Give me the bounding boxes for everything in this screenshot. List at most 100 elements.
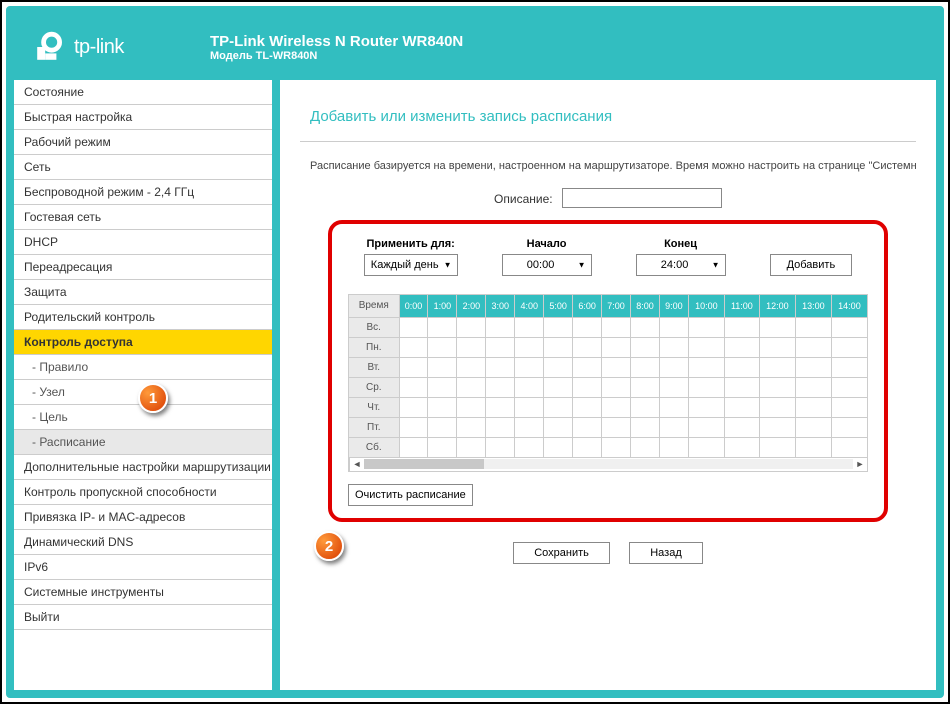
schedule-cell[interactable] [602,337,631,357]
schedule-cell[interactable] [831,357,867,377]
schedule-cell[interactable] [602,377,631,397]
menu-item[interactable]: Состояние [14,80,272,105]
schedule-cell[interactable] [573,397,602,417]
schedule-cell[interactable] [724,357,759,377]
menu-item[interactable]: IPv6 [14,555,272,580]
schedule-cell[interactable] [659,397,688,417]
schedule-cell[interactable] [688,337,724,357]
schedule-cell[interactable] [515,337,544,357]
schedule-cell[interactable] [573,357,602,377]
menu-item[interactable]: Контроль доступа [14,330,272,355]
schedule-cell[interactable] [795,437,831,457]
schedule-cell[interactable] [724,397,759,417]
schedule-cell[interactable] [486,337,515,357]
schedule-cell[interactable] [457,357,486,377]
menu-item[interactable]: Выйти [14,605,272,630]
schedule-cell[interactable] [688,397,724,417]
schedule-cell[interactable] [688,437,724,457]
schedule-cell[interactable] [631,317,660,337]
schedule-cell[interactable] [399,357,428,377]
schedule-cell[interactable] [573,377,602,397]
schedule-cell[interactable] [573,437,602,457]
schedule-cell[interactable] [399,397,428,417]
schedule-cell[interactable] [759,397,795,417]
schedule-cell[interactable] [795,417,831,437]
schedule-cell[interactable] [457,377,486,397]
schedule-cell[interactable] [631,377,660,397]
horizontal-scrollbar[interactable]: ◄ ► [349,458,868,472]
add-button[interactable]: Добавить [770,254,853,276]
schedule-cell[interactable] [544,417,573,437]
schedule-cell[interactable] [428,437,457,457]
menu-item[interactable]: Привязка IP- и MAC-адресов [14,505,272,530]
schedule-cell[interactable] [486,397,515,417]
schedule-cell[interactable] [659,417,688,437]
menu-item[interactable]: Беспроводной режим - 2,4 ГГц [14,180,272,205]
back-button[interactable]: Назад [629,542,703,564]
schedule-cell[interactable] [659,337,688,357]
schedule-cell[interactable] [831,397,867,417]
schedule-cell[interactable] [795,377,831,397]
menu-item[interactable]: Гостевая сеть [14,205,272,230]
menu-item[interactable]: Быстрая настройка [14,105,272,130]
scroll-left-icon[interactable]: ◄ [350,459,364,469]
schedule-cell[interactable] [457,417,486,437]
schedule-cell[interactable] [486,377,515,397]
schedule-cell[interactable] [428,417,457,437]
schedule-cell[interactable] [688,317,724,337]
menu-item[interactable]: Переадресация [14,255,272,280]
schedule-cell[interactable] [486,417,515,437]
schedule-cell[interactable] [602,317,631,337]
save-button[interactable]: Сохранить [513,542,610,564]
schedule-cell[interactable] [795,397,831,417]
schedule-cell[interactable] [428,357,457,377]
schedule-cell[interactable] [602,357,631,377]
menu-item[interactable]: Системные инструменты [14,580,272,605]
menu-item[interactable]: - Правило [14,355,272,380]
schedule-cell[interactable] [486,357,515,377]
schedule-cell[interactable] [602,397,631,417]
menu-item[interactable]: Динамический DNS [14,530,272,555]
menu-item[interactable]: Дополнительные настройки маршрутизации [14,455,272,480]
schedule-cell[interactable] [544,397,573,417]
schedule-cell[interactable] [486,437,515,457]
schedule-cell[interactable] [515,317,544,337]
description-input[interactable] [562,188,722,208]
menu-item[interactable]: Контроль пропускной способности [14,480,272,505]
schedule-cell[interactable] [724,377,759,397]
schedule-cell[interactable] [544,437,573,457]
menu-item[interactable]: Рабочий режим [14,130,272,155]
schedule-cell[interactable] [515,437,544,457]
schedule-cell[interactable] [573,417,602,437]
schedule-cell[interactable] [573,337,602,357]
schedule-cell[interactable] [631,337,660,357]
scroll-right-icon[interactable]: ► [853,459,867,469]
schedule-cell[interactable] [573,317,602,337]
schedule-cell[interactable] [544,377,573,397]
schedule-cell[interactable] [724,437,759,457]
schedule-cell[interactable] [457,437,486,457]
schedule-cell[interactable] [515,397,544,417]
schedule-cell[interactable] [659,437,688,457]
schedule-cell[interactable] [457,397,486,417]
schedule-cell[interactable] [831,317,867,337]
schedule-cell[interactable] [631,417,660,437]
schedule-cell[interactable] [544,317,573,337]
schedule-cell[interactable] [631,397,660,417]
schedule-cell[interactable] [428,317,457,337]
schedule-cell[interactable] [831,377,867,397]
schedule-cell[interactable] [831,417,867,437]
schedule-cell[interactable] [457,337,486,357]
end-select[interactable]: 24:00 [636,254,726,276]
schedule-cell[interactable] [515,357,544,377]
schedule-cell[interactable] [515,377,544,397]
schedule-cell[interactable] [795,357,831,377]
schedule-cell[interactable] [399,337,428,357]
schedule-cell[interactable] [831,337,867,357]
schedule-cell[interactable] [428,397,457,417]
schedule-cell[interactable] [759,357,795,377]
schedule-cell[interactable] [544,357,573,377]
schedule-cell[interactable] [759,437,795,457]
schedule-cell[interactable] [688,417,724,437]
schedule-cell[interactable] [631,437,660,457]
